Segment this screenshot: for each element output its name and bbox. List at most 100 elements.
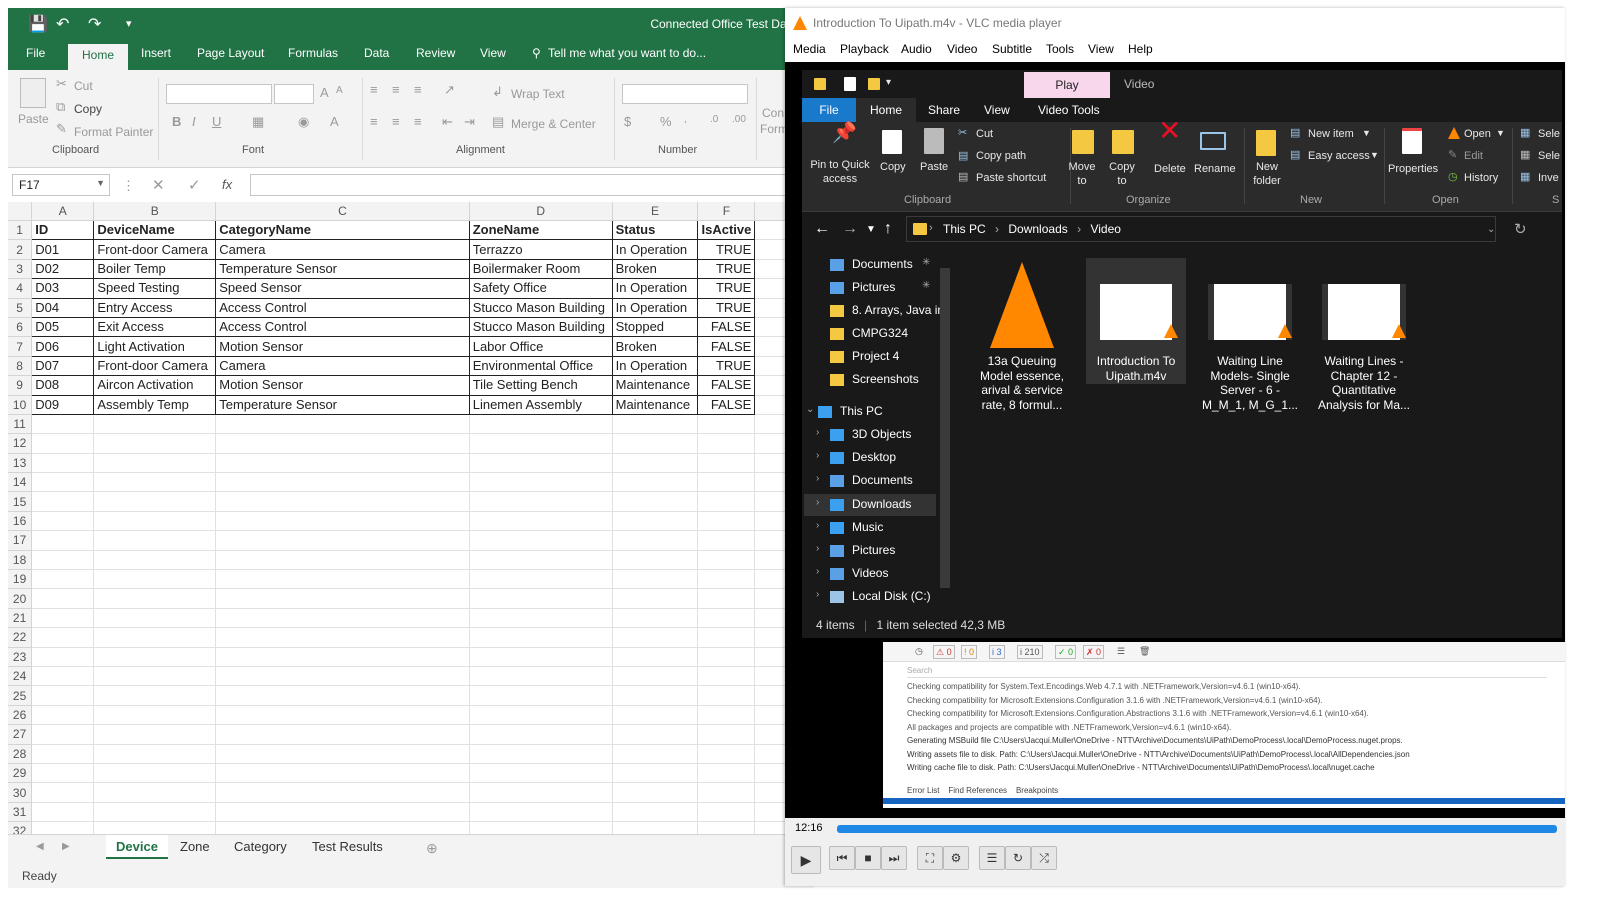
cell[interactable]: Tile Setting Bench [468, 375, 613, 396]
cell[interactable]: D02 [31, 258, 95, 280]
row-header[interactable]: 16 [8, 511, 33, 532]
sidebar-item[interactable]: Project 4 [802, 348, 938, 366]
row-header[interactable]: 21 [8, 608, 33, 629]
cell[interactable] [697, 511, 756, 532]
column-header[interactable]: B [93, 202, 217, 221]
file-list-view[interactable]: 13a Queuing Model essence, arival & serv… [954, 248, 1562, 606]
file-item[interactable]: Introduction To Uipath.m4v [1086, 258, 1186, 384]
cell[interactable] [697, 647, 756, 667]
wrap-text-button[interactable]: Wrap Text [511, 87, 565, 101]
align-top-icon[interactable]: ≡ [370, 82, 378, 97]
cell[interactable] [469, 530, 613, 551]
cell[interactable] [93, 782, 217, 803]
align-middle-icon[interactable]: ≡ [392, 82, 400, 97]
cell[interactable]: Exit Access [93, 316, 217, 338]
row-header[interactable]: 2 [8, 239, 33, 260]
cell[interactable] [93, 627, 217, 648]
cell[interactable]: DeviceName [93, 219, 217, 241]
cell[interactable]: ZoneName [468, 219, 613, 241]
cell[interactable] [215, 782, 470, 803]
menu-help[interactable]: Help [1128, 42, 1153, 56]
cell[interactable] [93, 647, 217, 667]
tab-view[interactable]: View [480, 46, 506, 60]
sidebar-item[interactable]: › Music [802, 519, 938, 537]
sheet-tab-category[interactable]: Category [224, 835, 297, 859]
cell[interactable] [612, 530, 699, 551]
cell[interactable] [31, 530, 95, 551]
cell[interactable] [93, 666, 217, 687]
cell[interactable] [612, 433, 699, 454]
cell[interactable]: ID [31, 219, 95, 241]
cell[interactable]: Linemen Assembly [468, 394, 613, 415]
cell[interactable] [469, 588, 613, 609]
align-right-icon[interactable]: ≡ [414, 114, 422, 129]
cell[interactable] [93, 414, 217, 435]
cell[interactable] [697, 705, 756, 726]
cell[interactable] [93, 763, 217, 784]
cell[interactable]: Camera [215, 355, 470, 377]
cell[interactable] [469, 685, 613, 706]
playlist-icon[interactable]: ☰ [979, 846, 1005, 870]
cell[interactable] [612, 608, 699, 629]
sidebar-scrollbar[interactable] [940, 268, 950, 588]
row-header[interactable]: 30 [8, 782, 33, 803]
chevron-right-icon[interactable]: › [816, 450, 819, 461]
file-item[interactable]: Waiting Line Models- Single Server - 6 -… [1200, 258, 1300, 412]
cell[interactable]: Entry Access [93, 297, 217, 318]
edit-button[interactable]: Edit [1464, 150, 1483, 162]
cell[interactable] [215, 530, 470, 551]
cell[interactable] [697, 491, 756, 512]
cell[interactable] [93, 724, 217, 745]
decrease-indent-icon[interactable]: ⇤ [442, 114, 453, 130]
error-count-badge[interactable]: ⚠ 0 [933, 645, 955, 659]
cell[interactable]: In Operation [611, 355, 699, 377]
column-header[interactable]: F [697, 202, 756, 221]
cell[interactable] [215, 433, 470, 454]
chevron-right-icon[interactable]: › [816, 566, 819, 577]
cell[interactable]: Access Control [215, 316, 470, 338]
open-button[interactable]: Open [1464, 128, 1491, 140]
row-header[interactable]: 20 [8, 588, 33, 609]
cell[interactable]: D08 [31, 375, 95, 396]
cell[interactable]: Status [611, 219, 699, 241]
cell[interactable] [697, 627, 756, 648]
merge-center-button[interactable]: Merge & Center [511, 117, 596, 131]
insert-function-icon[interactable]: fx [222, 177, 232, 192]
clear-icon[interactable]: 🗑 [1137, 645, 1152, 657]
cell[interactable]: Motion Sensor [215, 375, 470, 396]
select-all-corner[interactable] [8, 202, 33, 221]
font-size-select[interactable] [274, 84, 314, 104]
format-as-table-button[interactable]: Form [760, 122, 788, 136]
up-icon[interactable]: ↑ [884, 220, 892, 238]
breadcrumb-this-pc[interactable]: This PC [943, 222, 986, 236]
cell[interactable] [215, 588, 470, 609]
cell[interactable]: Temperature Sensor [215, 394, 470, 415]
cell[interactable] [215, 472, 470, 493]
cell[interactable]: IsActive [697, 219, 756, 241]
copy-button[interactable]: Copy [74, 102, 102, 116]
cell[interactable] [697, 414, 756, 435]
row-header[interactable]: 6 [8, 317, 33, 338]
shrink-font-icon[interactable]: A [336, 85, 343, 96]
cell[interactable]: D01 [31, 239, 95, 260]
cell[interactable] [469, 453, 613, 474]
cell[interactable] [31, 608, 95, 629]
sidebar-item[interactable]: ✳ Documents [802, 256, 938, 274]
cell[interactable]: Boilermaker Room [468, 258, 613, 280]
cell[interactable] [31, 414, 95, 435]
cell[interactable] [31, 724, 95, 745]
cell[interactable] [93, 744, 217, 764]
row-header[interactable]: 19 [8, 569, 33, 590]
paste-icon[interactable] [20, 78, 46, 108]
cell[interactable] [93, 550, 217, 571]
copy-button[interactable]: Copy [880, 160, 906, 174]
paste-shortcut-button[interactable]: Paste shortcut [976, 172, 1046, 184]
new-folder-button[interactable]: New folder [1250, 160, 1284, 188]
cell[interactable]: Stucco Mason Building [468, 297, 613, 318]
cell[interactable] [697, 550, 756, 571]
previous-icon[interactable]: ⏮ [829, 846, 855, 870]
sidebar-item[interactable]: › Local Disk (C:) [802, 588, 938, 606]
cell[interactable] [31, 705, 95, 726]
cell[interactable] [215, 453, 470, 474]
row-header[interactable]: 28 [8, 744, 33, 764]
